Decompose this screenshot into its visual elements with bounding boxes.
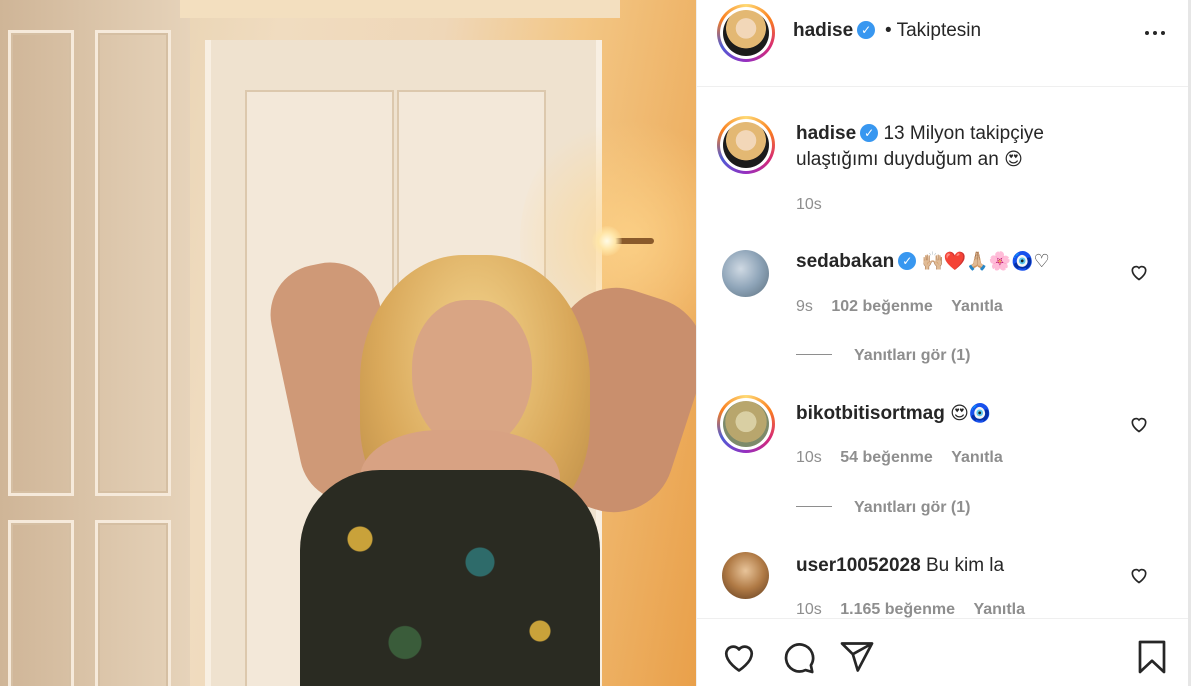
photo-lamp [592, 226, 622, 256]
caption-avatar[interactable] [717, 116, 775, 174]
follow-status[interactable]: • Takiptesin [885, 20, 981, 42]
comment-text: sedabakan ✓ 🙌🏼❤️🙏🏼🌸🧿♡ [796, 249, 1096, 275]
post-photo[interactable] [0, 0, 696, 686]
comment-likes[interactable]: 54 beğenme [840, 449, 932, 466]
caption-text: hadise ✓ 13 Milyon takipçiye ulaştığımı d… [796, 121, 1096, 173]
reply-button[interactable]: Yanıtla [973, 601, 1025, 618]
comment-body: 🙌🏼❤️🙏🏼🌸🧿♡ [921, 251, 1050, 272]
comment-time: 10s [796, 449, 822, 466]
comment-likes[interactable]: 102 beğenme [831, 298, 932, 315]
photo-person-dress [300, 470, 600, 686]
bookmark-icon[interactable] [1134, 639, 1170, 675]
reply-button[interactable]: Yanıtla [951, 449, 1003, 466]
photo-ceiling [180, 0, 620, 18]
comment-body: Bu kim la [925, 555, 1005, 576]
photo-wall-panel [8, 520, 74, 686]
photo-person-face [412, 300, 532, 450]
avatar[interactable] [717, 4, 775, 62]
comment-username[interactable]: sedabakan [796, 251, 894, 272]
share-icon[interactable] [839, 639, 875, 675]
reply-button[interactable]: Yanıtla [951, 298, 1003, 315]
comment-icon[interactable] [780, 639, 816, 675]
heart-icon[interactable] [721, 639, 757, 675]
post-header: hadise ✓ • Takiptesin [697, 0, 1191, 87]
photo-wall-panel [95, 30, 171, 496]
verified-badge-icon: ✓ [860, 124, 879, 142]
comment-likes[interactable]: 1.165 beğenme [840, 601, 955, 618]
comment-time: 10s [796, 601, 822, 618]
photo-wall-panel [95, 520, 171, 686]
comment-avatar[interactable] [722, 250, 769, 297]
view-replies-button[interactable]: Yanıtları gör (1) [796, 347, 970, 365]
comments-list[interactable]: hadise ✓ 13 Milyon takipçiye ulaştığımı d… [697, 87, 1191, 618]
caption-username[interactable]: hadise [796, 123, 856, 144]
scrollbar[interactable] [1188, 0, 1191, 686]
comment-time: 9s [796, 298, 813, 315]
view-replies-button[interactable]: Yanıtları gör (1) [796, 499, 970, 517]
comment-heart-icon[interactable] [1129, 262, 1149, 282]
post-action-bar [697, 618, 1191, 687]
verified-badge-icon: ✓ [857, 21, 876, 39]
comment-text: bikotbitisortmag 😍🧿 [796, 401, 1096, 427]
comment-heart-icon[interactable] [1129, 565, 1149, 585]
comment-meta: 10s 54 beğenme Yanıtla [796, 449, 1017, 467]
comment-body: 😍🧿 [950, 403, 992, 424]
caption-emoji: 😍 [1004, 149, 1023, 170]
more-options-icon[interactable] [1143, 26, 1167, 38]
comment-username[interactable]: user10052028 [796, 555, 921, 576]
comment-avatar[interactable] [722, 552, 769, 599]
comment-text: user10052028 Bu kim la [796, 553, 1096, 579]
comment-username[interactable]: bikotbitisortmag [796, 403, 945, 424]
caption-time: 10s [796, 196, 822, 213]
comment-avatar[interactable] [717, 395, 775, 453]
verified-badge-icon: ✓ [898, 252, 917, 270]
comment-heart-icon[interactable] [1129, 414, 1149, 434]
comment-meta: 10s 1.165 beğenme Yanıtla [796, 601, 1039, 618]
comment-meta: 9s 102 beğenme Yanıtla [796, 298, 1017, 316]
photo-wall-panel [8, 30, 74, 496]
post-author-username[interactable]: hadise ✓ [793, 20, 876, 42]
post-sidebar: hadise ✓ • Takiptesin hadise ✓ 13 Milyon t… [696, 0, 1191, 686]
